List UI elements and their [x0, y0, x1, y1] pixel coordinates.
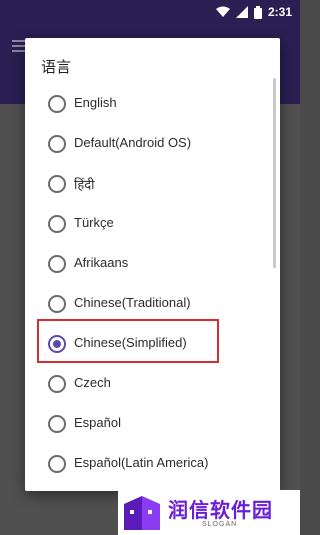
radio-button-icon[interactable] — [48, 375, 66, 393]
language-option-label: हिंदी — [74, 177, 95, 192]
radio-button-icon[interactable] — [48, 455, 66, 473]
language-option-default-android-os[interactable]: Default(Android OS) — [25, 124, 280, 164]
language-option-afrikaans[interactable]: Afrikaans — [25, 244, 280, 284]
language-option-label: Chinese(Simplified) — [74, 335, 187, 350]
radio-button-icon[interactable] — [48, 415, 66, 433]
language-option-label: Chinese(Traditional) — [74, 295, 191, 310]
language-option-spanish[interactable]: Español — [25, 404, 280, 444]
wifi-icon — [215, 6, 230, 17]
radio-button-icon[interactable] — [48, 255, 66, 273]
dialog-title: 语言 — [41, 58, 72, 76]
language-option-label: Español — [74, 415, 121, 430]
radio-button-icon[interactable] — [48, 135, 66, 153]
watermark-logo-icon — [124, 496, 160, 530]
language-option-turkish[interactable]: Türkçe — [25, 204, 280, 244]
language-option-label: Afrikaans — [74, 255, 129, 270]
status-time: 2:31 — [267, 5, 292, 19]
radio-button-checked-icon[interactable] — [48, 335, 66, 353]
menu-icon[interactable] — [12, 40, 26, 52]
language-option-spanish-latin-america[interactable]: Español(Latin America) — [25, 444, 280, 484]
radio-button-icon[interactable] — [48, 95, 66, 113]
watermark: 润信软件园 SLOGAN — [118, 490, 300, 535]
language-option-label: Czech — [74, 375, 111, 390]
language-option-czech[interactable]: Czech — [25, 364, 280, 404]
radio-button-icon[interactable] — [48, 215, 66, 233]
signal-icon — [235, 6, 248, 18]
language-option-chinese-traditional[interactable]: Chinese(Traditional) — [25, 284, 280, 324]
status-icons: 2:31 — [215, 4, 292, 20]
language-option-label: Türkçe — [74, 215, 114, 230]
language-option-label: Default(Android OS) — [74, 135, 192, 150]
language-dialog: 语言 English Default(Android OS) हिंदी Tür… — [25, 38, 280, 491]
status-bar: 2:31 — [0, 0, 300, 24]
radio-button-icon[interactable] — [48, 175, 66, 193]
language-option-chinese-simplified[interactable]: Chinese(Simplified) — [25, 324, 280, 364]
watermark-text: 润信软件园 — [168, 498, 273, 522]
watermark-slogan: SLOGAN — [202, 521, 238, 528]
language-option-label: English — [74, 95, 117, 110]
language-option-label: Español(Latin America) — [74, 455, 209, 470]
language-option-english[interactable]: English — [25, 84, 280, 124]
battery-icon — [253, 5, 262, 19]
language-options-list: English Default(Android OS) हिंदी Türkçe… — [25, 84, 280, 484]
radio-button-icon[interactable] — [48, 295, 66, 313]
language-option-hindi[interactable]: हिंदी — [25, 164, 280, 204]
